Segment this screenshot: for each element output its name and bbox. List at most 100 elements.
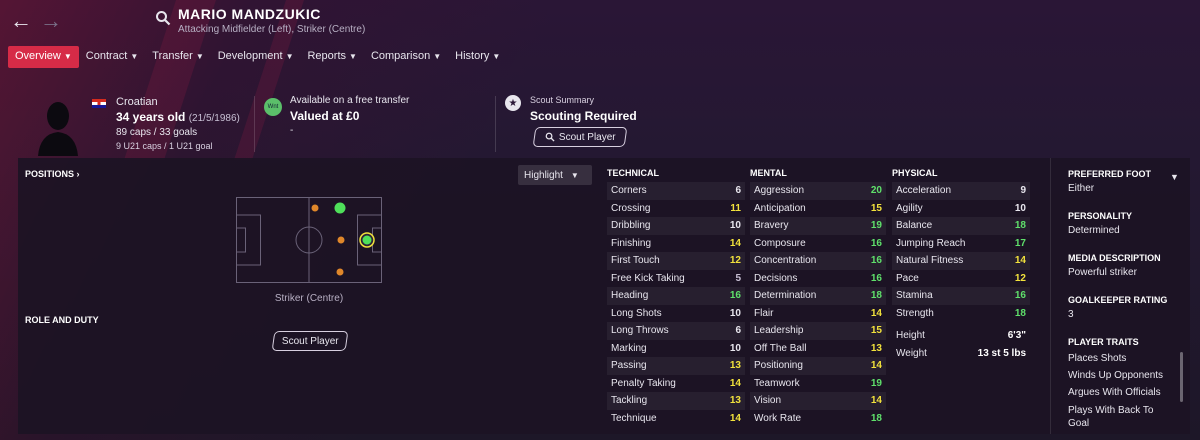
arrow-left-icon[interactable]: ← — [10, 8, 32, 34]
attribute-row[interactable]: First Touch 12 — [607, 252, 745, 270]
attribute-name: Concentration — [754, 255, 817, 266]
attribute-row[interactable]: Anticipation 15 — [750, 200, 886, 218]
preferred-foot-value: Either — [1068, 183, 1095, 194]
mental-attributes: MENTAL Aggression 20 Anticipation 15 Bravery… — [750, 168, 886, 427]
attribute-value: 15 — [870, 325, 882, 336]
attribute-name: Bravery — [754, 220, 789, 231]
attribute-row[interactable]: Long Shots 10 — [607, 305, 745, 323]
nationality[interactable]: Croatian — [116, 96, 158, 108]
tab-contract[interactable]: Contract ▼ — [79, 46, 146, 68]
attribute-row[interactable]: Aggression 20 — [750, 182, 886, 200]
attribute-row[interactable]: Dribbling 10 — [607, 217, 745, 235]
attribute-name: Positioning — [754, 360, 803, 371]
attribute-row[interactable]: Free Kick Taking 5 — [607, 270, 745, 288]
attribute-row[interactable]: Composure 16 — [750, 235, 886, 253]
player-name: MARIO MANDZUKIC — [178, 6, 321, 22]
search-icon[interactable] — [155, 10, 171, 26]
tab-history[interactable]: History ▼ — [448, 46, 507, 68]
attribute-row[interactable]: Heading 16 — [607, 287, 745, 305]
attribute-value: 19 — [870, 220, 882, 231]
arrow-right-icon[interactable]: → — [40, 8, 62, 34]
player-silhouette-icon — [38, 102, 78, 156]
attribute-row[interactable]: Strength 18 — [892, 305, 1030, 323]
mental-title: MENTAL — [750, 168, 787, 178]
attribute-value: 12 — [729, 255, 741, 266]
attribute-row[interactable]: Long Throws 6 — [607, 322, 745, 340]
attribute-name: Aggression — [754, 185, 805, 196]
chevron-down-icon[interactable]: ▼ — [1170, 172, 1179, 182]
attribute-name: Passing — [611, 360, 647, 371]
attribute-row[interactable]: Leadership 15 — [750, 322, 886, 340]
attribute-value: 11 — [730, 202, 741, 214]
attribute-value: 14 — [870, 307, 882, 319]
attribute-row[interactable]: Decisions 16 — [750, 270, 886, 288]
attribute-row[interactable]: Flair 14 — [750, 305, 886, 323]
attribute-name: Technique — [611, 412, 657, 424]
attribute-row[interactable]: Positioning 14 — [750, 357, 886, 375]
position-dot — [362, 235, 372, 245]
attribute-value: 16 — [1014, 290, 1026, 301]
attribute-row[interactable]: Teamwork 19 — [750, 375, 886, 393]
mental-list: Aggression 20 Anticipation 15 Bravery 19 Compo… — [750, 182, 886, 427]
technical-title: TECHNICAL — [607, 168, 659, 178]
attribute-row[interactable]: Work Rate 18 — [750, 410, 886, 428]
attribute-name: Balance — [896, 220, 933, 231]
divider — [254, 96, 255, 152]
attribute-row[interactable]: Vision 14 — [750, 392, 886, 410]
attribute-value: 13 — [729, 395, 741, 406]
height-row: Height 6'3" — [892, 327, 1030, 345]
attribute-name: Flair — [754, 307, 774, 319]
player-positions: Attacking Midfielder (Left), Striker (Ce… — [178, 24, 366, 35]
attribute-name: Composure — [754, 237, 806, 249]
attribute-row[interactable]: Natural Fitness 14 — [892, 252, 1030, 270]
positions-title[interactable]: POSITIONS › — [25, 169, 80, 179]
attribute-row[interactable]: Jumping Reach 17 — [892, 235, 1030, 253]
tab-transfer[interactable]: Transfer ▼ — [145, 46, 210, 68]
attribute-row[interactable]: Passing 13 — [607, 357, 745, 375]
attribute-row[interactable]: Bravery 19 — [750, 217, 886, 235]
star-icon: ★ — [505, 95, 521, 111]
attribute-value: 16 — [870, 255, 882, 266]
attribute-name: Leadership — [754, 325, 804, 336]
attribute-row[interactable]: Pace 12 — [892, 270, 1030, 288]
tab-overview[interactable]: Overview ▼ — [8, 46, 79, 68]
highlight-dropdown[interactable]: Highlight ▼ — [518, 165, 592, 185]
attribute-row[interactable]: Technique 14 — [607, 410, 745, 428]
attribute-row[interactable]: Tackling 13 — [607, 392, 745, 410]
tab-comparison[interactable]: Comparison ▼ — [364, 46, 448, 68]
traits-scrollbar[interactable] — [1180, 352, 1183, 402]
attribute-value: 20 — [870, 185, 882, 196]
scout-player-button[interactable]: Scout Player — [532, 127, 628, 147]
tab-bar: Overview ▼ Contract ▼ Transfer ▼ Developmen… — [8, 46, 507, 68]
transfer-extra: - — [290, 125, 294, 136]
attribute-row[interactable]: Off The Ball 13 — [750, 340, 886, 358]
attribute-value: 14 — [1014, 255, 1026, 266]
attribute-name: Strength — [896, 307, 934, 319]
attribute-row[interactable]: Agility 10 — [892, 200, 1030, 218]
attribute-row[interactable]: Balance 18 — [892, 217, 1030, 235]
attribute-row[interactable]: Concentration 16 — [750, 252, 886, 270]
attribute-name: Jumping Reach — [896, 237, 966, 249]
tab-development[interactable]: Development ▼ — [211, 46, 301, 68]
attribute-row[interactable]: Crossing 11 — [607, 200, 745, 218]
position-dot — [311, 204, 319, 212]
attribute-name: Vision — [754, 395, 782, 406]
attribute-row[interactable]: Finishing 14 — [607, 235, 745, 253]
attribute-row[interactable]: Corners 6 — [607, 182, 745, 200]
attribute-name: Corners — [611, 185, 647, 196]
attribute-value: 10 — [1014, 202, 1026, 214]
position-dot — [337, 236, 345, 244]
preferred-foot-label: PREFERRED FOOT — [1068, 169, 1152, 179]
attribute-value: 6 — [735, 185, 741, 196]
tab-reports[interactable]: Reports ▼ — [300, 46, 363, 68]
attribute-row[interactable]: Determination 18 — [750, 287, 886, 305]
attribute-row[interactable]: Stamina 16 — [892, 287, 1030, 305]
physical-list: Acceleration 9 Agility 10 Balance 18 Jumping R… — [892, 182, 1030, 322]
attribute-row[interactable]: Penalty Taking 14 — [607, 375, 745, 393]
trait-item: Places Shots — [1068, 353, 1127, 364]
role-duty-title: ROLE AND DUTY — [25, 315, 99, 325]
croatia-flag-icon — [92, 99, 106, 108]
attribute-row[interactable]: Marking 10 — [607, 340, 745, 358]
scout-player-button[interactable]: Scout Player — [271, 331, 349, 351]
attribute-row[interactable]: Acceleration 9 — [892, 182, 1030, 200]
